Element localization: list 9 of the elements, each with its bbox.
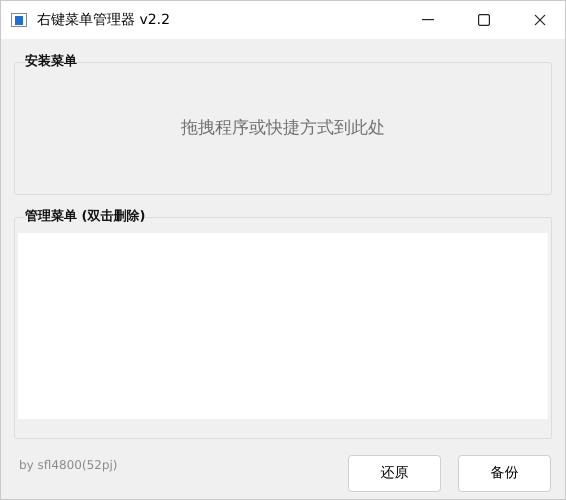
- maximize-icon: [478, 14, 490, 26]
- app-icon: [11, 13, 27, 27]
- close-icon: [534, 14, 546, 26]
- action-button[interactable]: 备份: [458, 455, 551, 492]
- drop-hint: 拖拽程序或快捷方式到此处: [181, 116, 385, 140]
- window-title: 右键菜单管理器 v2.2: [37, 10, 170, 30]
- action-button[interactable]: 还原: [348, 455, 441, 492]
- credit-text: by sfl4800(52pj): [19, 457, 118, 474]
- minimize-icon: [422, 19, 434, 21]
